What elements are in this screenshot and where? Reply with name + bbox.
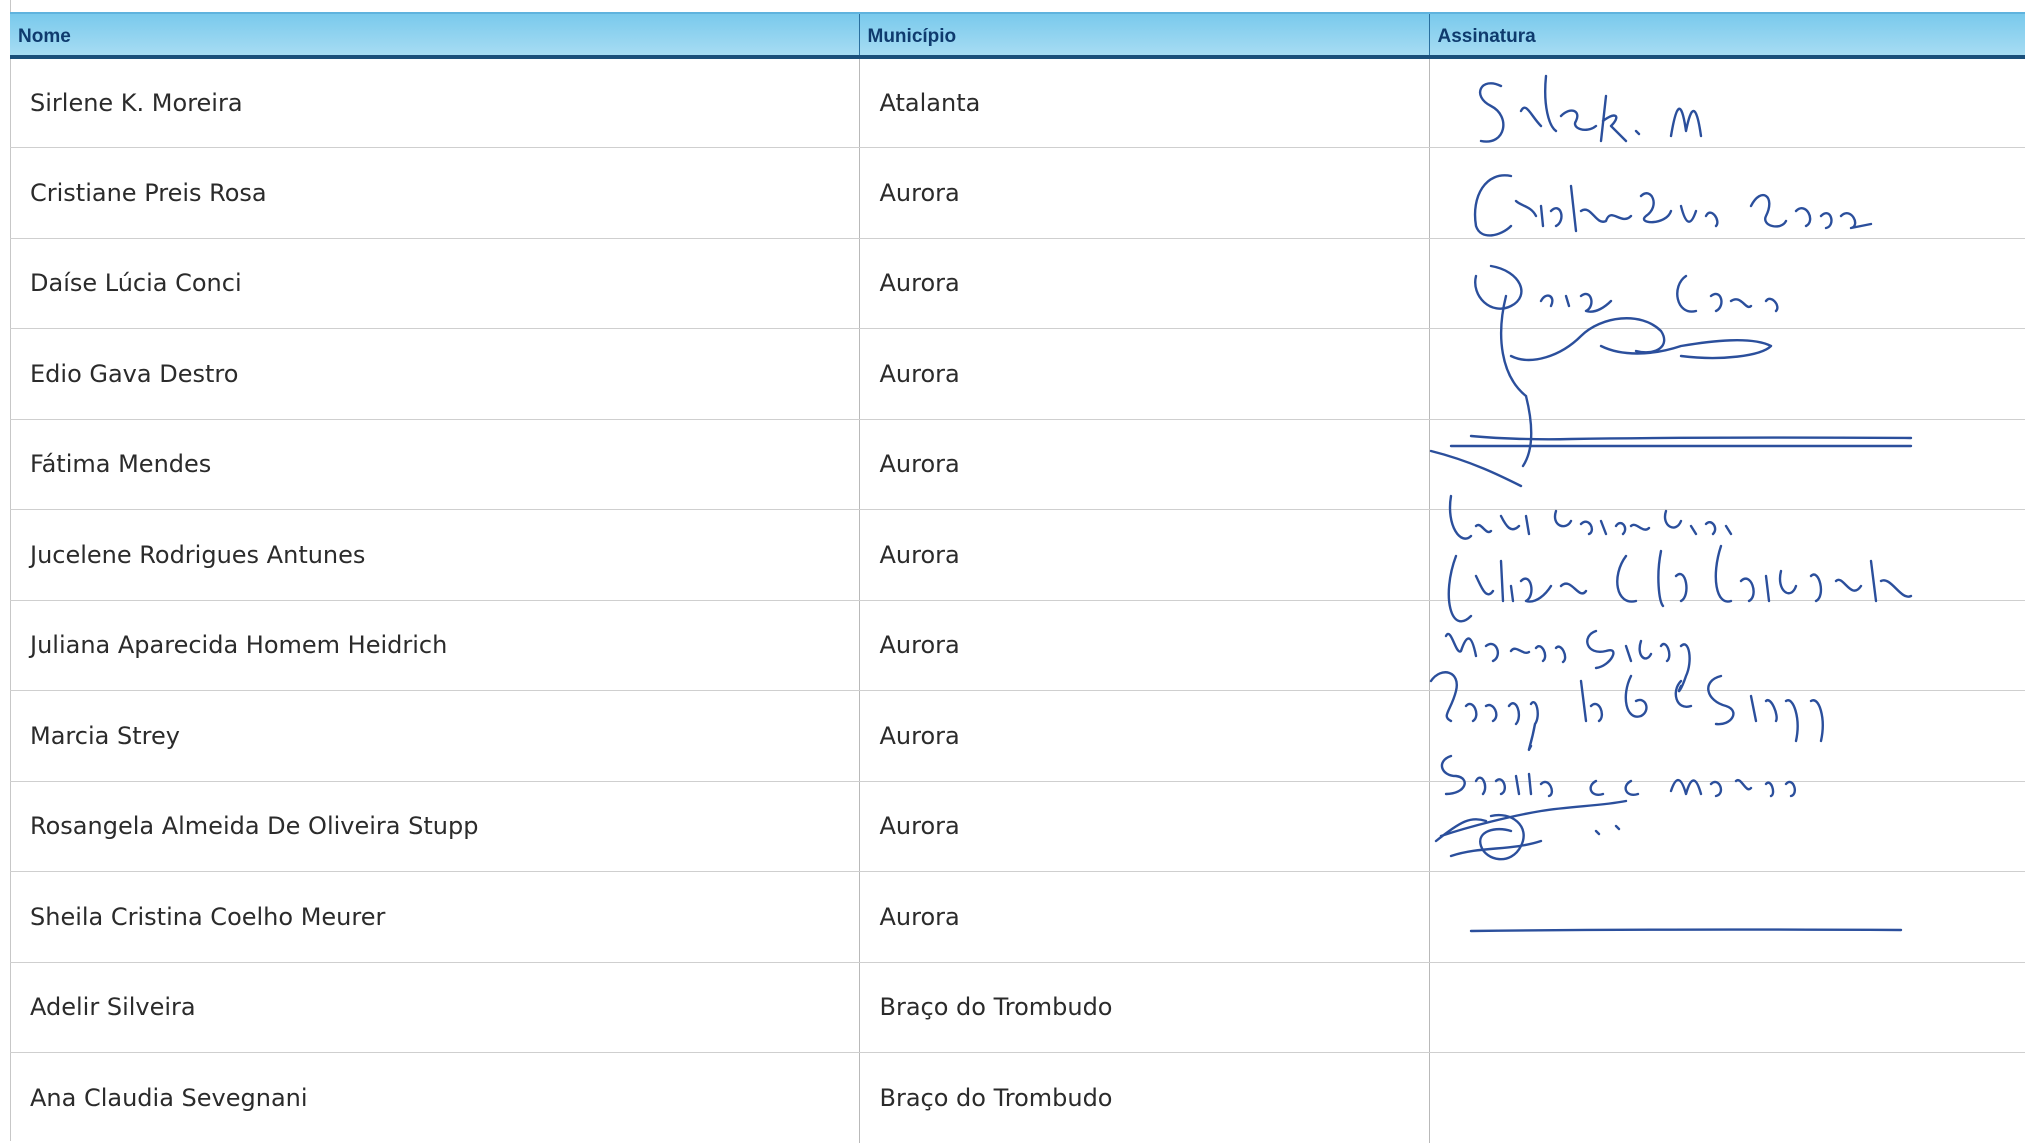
name-cell: Sirlene K. Moreira: [10, 57, 859, 148]
signature-cell: [1429, 781, 2025, 872]
municipality-cell: Aurora: [859, 781, 1429, 872]
signature-cell: [1429, 600, 2025, 691]
name-cell: Ana Claudia Sevegnani: [10, 1053, 859, 1143]
signature-cell: [1429, 691, 2025, 782]
attendance-table: Nome Município Assinatura Sirlene K. Mor…: [10, 12, 2025, 1143]
table-row: Juliana Aparecida Homem Heidrich Aurora: [10, 600, 2025, 691]
table-row: Ana Claudia Sevegnani Braço do Trombudo: [10, 1053, 2025, 1143]
municipality-cell: Aurora: [859, 238, 1429, 329]
name-cell: Fátima Mendes: [10, 419, 859, 510]
signature-cell: [1429, 872, 2025, 963]
name-cell: Cristiane Preis Rosa: [10, 148, 859, 239]
municipality-cell: Aurora: [859, 510, 1429, 601]
table-row: Edio Gava Destro Aurora: [10, 329, 2025, 420]
table-row: Rosangela Almeida De Oliveira Stupp Auro…: [10, 781, 2025, 872]
signature-cell: [1429, 57, 2025, 148]
name-cell: Rosangela Almeida De Oliveira Stupp: [10, 781, 859, 872]
table-header-row: Nome Município Assinatura: [10, 13, 2025, 57]
name-cell: Daíse Lúcia Conci: [10, 238, 859, 329]
signature-cell: [1429, 510, 2025, 601]
name-cell: Juliana Aparecida Homem Heidrich: [10, 600, 859, 691]
name-cell: Edio Gava Destro: [10, 329, 859, 420]
table-row: Fátima Mendes Aurora: [10, 419, 2025, 510]
municipality-cell: Aurora: [859, 600, 1429, 691]
table-row: Marcia Strey Aurora: [10, 691, 2025, 782]
municipality-cell: Atalanta: [859, 57, 1429, 148]
signature-cell: [1429, 962, 2025, 1053]
table-row: Sirlene K. Moreira Atalanta: [10, 57, 2025, 148]
municipality-cell: Braço do Trombudo: [859, 1053, 1429, 1143]
signature-cell: [1429, 329, 2025, 420]
name-cell: Adelir Silveira: [10, 962, 859, 1053]
municipality-cell: Aurora: [859, 691, 1429, 782]
header-signature: Assinatura: [1429, 13, 2025, 57]
signature-cell: [1429, 1053, 2025, 1143]
table-row: Jucelene Rodrigues Antunes Aurora: [10, 510, 2025, 601]
table-row: Sheila Cristina Coelho Meurer Aurora: [10, 872, 2025, 963]
header-name: Nome: [10, 13, 859, 57]
signature-cell: [1429, 238, 2025, 329]
table-row: Cristiane Preis Rosa Aurora: [10, 148, 2025, 239]
name-cell: Marcia Strey: [10, 691, 859, 782]
municipality-cell: Aurora: [859, 329, 1429, 420]
municipality-cell: Aurora: [859, 872, 1429, 963]
signature-cell: [1429, 419, 2025, 510]
name-cell: Jucelene Rodrigues Antunes: [10, 510, 859, 601]
table-row: Daíse Lúcia Conci Aurora: [10, 238, 2025, 329]
municipality-cell: Aurora: [859, 148, 1429, 239]
attendance-sheet: Nome Município Assinatura Sirlene K. Mor…: [10, 12, 2025, 1141]
header-municipality: Município: [859, 13, 1429, 57]
municipality-cell: Braço do Trombudo: [859, 962, 1429, 1053]
municipality-cell: Aurora: [859, 419, 1429, 510]
signature-cell: [1429, 148, 2025, 239]
table-row: Adelir Silveira Braço do Trombudo: [10, 962, 2025, 1053]
name-cell: Sheila Cristina Coelho Meurer: [10, 872, 859, 963]
